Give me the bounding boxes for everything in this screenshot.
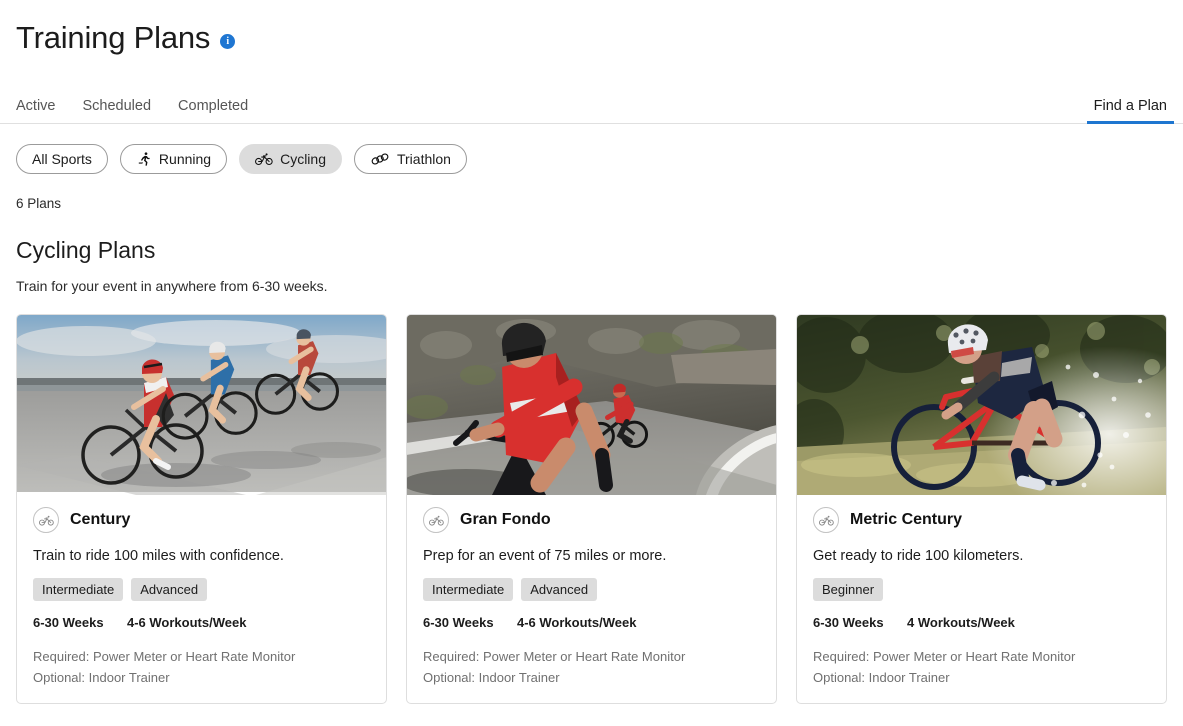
plan-card-grid: Century Train to ride 100 miles with con…: [0, 294, 1183, 704]
filter-pill-triathlon[interactable]: Triathlon: [353, 144, 467, 174]
section-subtitle: Train for your event in anywhere from 6-…: [16, 278, 328, 294]
plan-required: Required: Power Meter or Heart Rate Moni…: [33, 649, 296, 664]
plan-card-body: Century Train to ride 100 miles with con…: [17, 495, 386, 703]
tab-active[interactable]: Active: [16, 98, 56, 123]
filter-label-cycling: Cycling: [280, 151, 326, 167]
plan-card-century[interactable]: Century Train to ride 100 miles with con…: [16, 314, 387, 704]
plans-count: 6 Plans: [16, 196, 62, 211]
filter-label-running: Running: [158, 151, 212, 167]
tab-find-a-plan[interactable]: Find a Plan: [1086, 98, 1175, 124]
plan-level-chips: Intermediate Advanced: [33, 578, 370, 601]
cycling-icon: [423, 507, 449, 533]
filter-pill-all-sports[interactable]: All Sports: [16, 144, 108, 174]
plan-card-gran-fondo[interactable]: Gran Fondo Prep for an event of 75 miles…: [406, 314, 777, 704]
tab-group-left: Active Scheduled Completed: [16, 98, 248, 123]
plan-card-header: Gran Fondo: [423, 507, 760, 533]
tab-completed[interactable]: Completed: [178, 98, 248, 123]
level-chip: Advanced: [131, 578, 208, 601]
plan-workouts: 4-6 Workouts/Week: [127, 615, 247, 630]
filter-pill-running[interactable]: Running: [119, 144, 228, 174]
plan-card-body: Gran Fondo Prep for an event of 75 miles…: [407, 495, 776, 703]
plan-card-header: Metric Century: [813, 507, 1150, 533]
plan-card-header: Century: [33, 507, 370, 533]
plan-description: Train to ride 100 miles with confidence.: [33, 548, 284, 564]
plan-weeks: 6-30 Weeks: [813, 615, 884, 630]
sport-filter-group: All Sports Running Cycling Triathlon: [0, 124, 1183, 174]
cycling-icon: [33, 507, 59, 533]
plan-meta: 6-30 Weeks 4-6 Workouts/Week: [33, 615, 370, 630]
filter-label-all-sports: All Sports: [32, 151, 92, 167]
plan-weeks: 6-30 Weeks: [33, 615, 104, 630]
filter-label-triathlon: Triathlon: [396, 151, 451, 167]
level-chip: Advanced: [521, 578, 598, 601]
page-header: Training Plans i: [0, 0, 1183, 62]
plan-card-metric-century[interactable]: Metric Century Get ready to ride 100 kil…: [796, 314, 1167, 704]
plan-card-body: Metric Century Get ready to ride 100 kil…: [797, 495, 1166, 703]
plan-optional: Optional: Indoor Trainer: [813, 670, 950, 686]
level-chip: Intermediate: [423, 578, 514, 601]
info-icon[interactable]: i: [220, 34, 236, 49]
plan-image-century: [17, 315, 386, 495]
plan-required: Required: Power Meter or Heart Rate Moni…: [423, 649, 686, 664]
plan-title: Metric Century: [850, 511, 963, 528]
running-icon: [136, 151, 152, 167]
cycling-icon: [255, 152, 273, 166]
page-title: Training Plans: [16, 19, 211, 55]
plan-level-chips: Beginner: [813, 578, 1150, 601]
plan-workouts: 4 Workouts/Week: [907, 615, 1015, 630]
training-plans-page: Training Plans i Active Scheduled Comple…: [0, 0, 1183, 726]
section-title: Cycling Plans: [16, 237, 156, 263]
plan-optional: Optional: Indoor Trainer: [423, 670, 560, 686]
plan-weeks: 6-30 Weeks: [423, 615, 494, 630]
plan-description: Prep for an event of 75 miles or more.: [423, 548, 667, 564]
tab-scheduled[interactable]: Scheduled: [83, 98, 152, 123]
tab-bar: Active Scheduled Completed Find a Plan: [0, 88, 1183, 124]
plan-meta: 6-30 Weeks 4 Workouts/Week: [813, 615, 1150, 630]
plan-workouts: 4-6 Workouts/Week: [517, 615, 637, 630]
cycling-icon: [813, 507, 839, 533]
level-chip: Beginner: [813, 578, 884, 601]
plan-description: Get ready to ride 100 kilometers.: [813, 548, 1024, 564]
plan-title: Century: [70, 511, 131, 528]
plan-title: Gran Fondo: [460, 511, 551, 528]
plan-image-gran-fondo: [407, 315, 776, 495]
level-chip: Intermediate: [33, 578, 124, 601]
plan-meta: 6-30 Weeks 4-6 Workouts/Week: [423, 615, 760, 630]
plan-optional: Optional: Indoor Trainer: [33, 670, 170, 686]
plan-level-chips: Intermediate Advanced: [423, 578, 760, 601]
filter-pill-cycling[interactable]: Cycling: [239, 144, 342, 174]
plan-image-metric-century: [797, 315, 1166, 495]
plan-required: Required: Power Meter or Heart Rate Moni…: [813, 649, 1076, 664]
triathlon-rings-icon: [370, 152, 390, 166]
